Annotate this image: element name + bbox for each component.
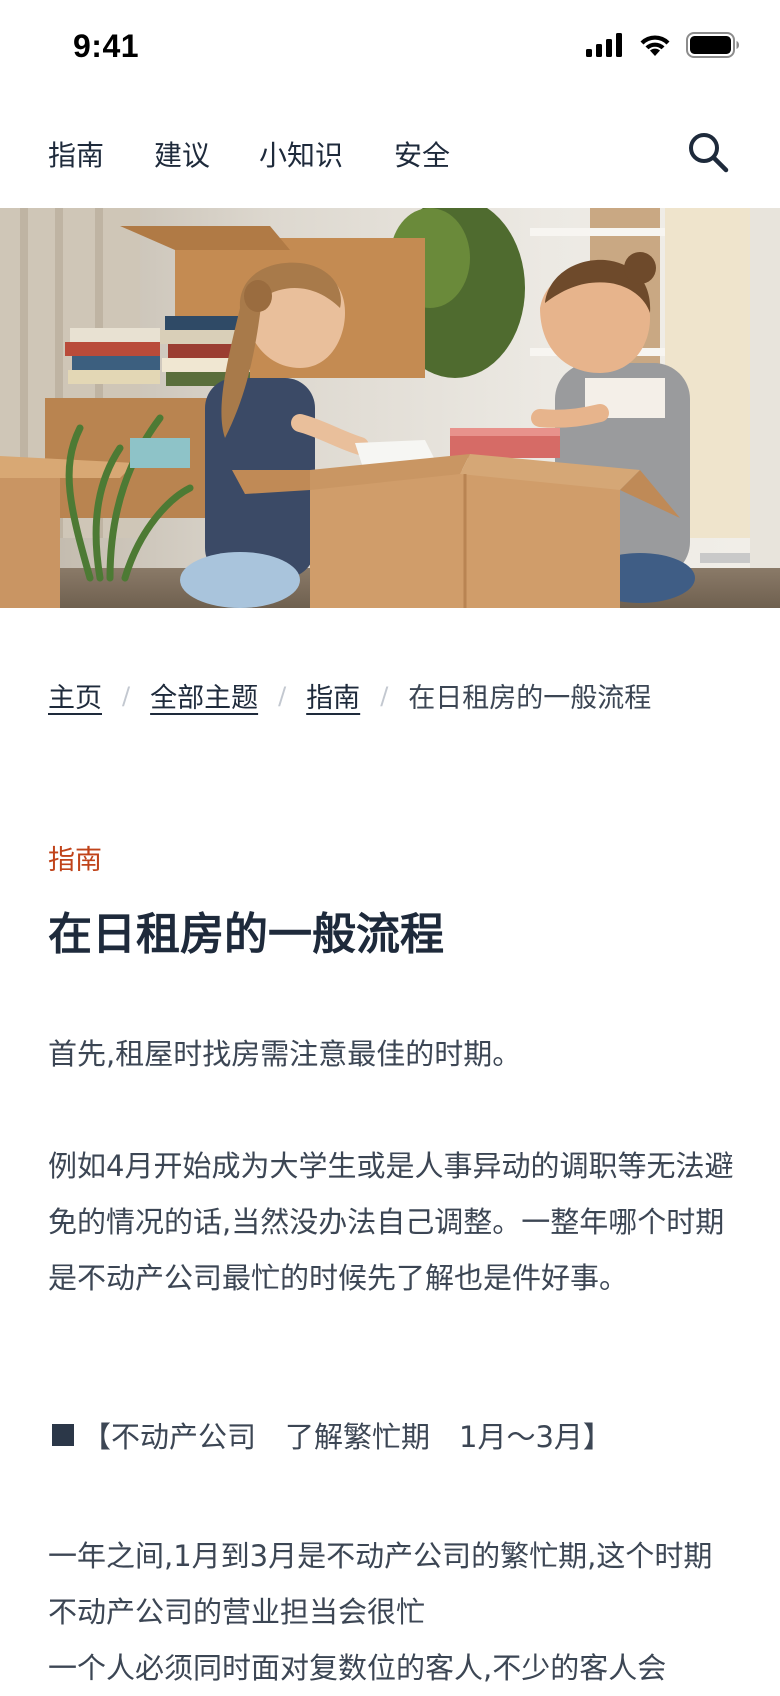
breadcrumb-separator: / xyxy=(278,681,287,710)
square-bullet-icon xyxy=(52,1424,74,1446)
article-title: 在日租房的一般流程 xyxy=(48,909,444,960)
status-time: 9:41 xyxy=(73,28,140,64)
article-paragraph: 首先,租屋时找房需注意最佳的时期。 xyxy=(48,1037,522,1071)
breadcrumb-all-topics-link[interactable]: 全部主题 xyxy=(150,676,258,715)
article-paragraph: 一年之间,1月到3月是不动产公司的繁忙期,这个时期不动产公司的营业担当会很忙 一… xyxy=(48,1539,713,1685)
wifi-icon xyxy=(640,35,670,56)
article-category[interactable]: 指南 xyxy=(48,838,102,877)
nav-item-tips[interactable]: 小知识 xyxy=(259,134,343,174)
breadcrumb-home-link[interactable]: 主页 xyxy=(48,676,102,715)
breadcrumb-current: 在日租房的一般流程 xyxy=(408,683,652,714)
search-icon xyxy=(689,133,729,173)
search-button[interactable] xyxy=(686,130,730,174)
top-nav: 指南 建议 小知识 安全 xyxy=(0,100,780,208)
breadcrumb-separator: / xyxy=(380,681,389,710)
nav-item-safety[interactable]: 安全 xyxy=(394,134,450,174)
photo-two-women-unpacking-boxes xyxy=(0,208,780,608)
section-heading-text: 【不动产公司 了解繁忙期 1月～3月】 xyxy=(82,1420,612,1454)
signal-icon xyxy=(586,33,622,57)
nav-item-advice[interactable]: 建议 xyxy=(154,134,210,174)
breadcrumb-separator: / xyxy=(122,681,131,710)
nav-item-guide[interactable]: 指南 xyxy=(48,134,104,174)
breadcrumb: 主页 / 全部主题 / 指南 / 在日租房的一般流程 xyxy=(48,676,651,715)
article-section-heading: 【不动产公司 了解繁忙期 1月～3月】 xyxy=(48,1414,612,1456)
status-icons xyxy=(586,32,740,58)
status-bar: 9:41 xyxy=(0,0,780,100)
battery-icon xyxy=(686,32,739,58)
hero-image xyxy=(0,208,780,608)
breadcrumb-guide-link[interactable]: 指南 xyxy=(306,676,360,715)
article-paragraph: 例如4月开始成为大学生或是人事异动的调职等无法避免的情况的话,当然没办法自己调整… xyxy=(48,1149,734,1295)
